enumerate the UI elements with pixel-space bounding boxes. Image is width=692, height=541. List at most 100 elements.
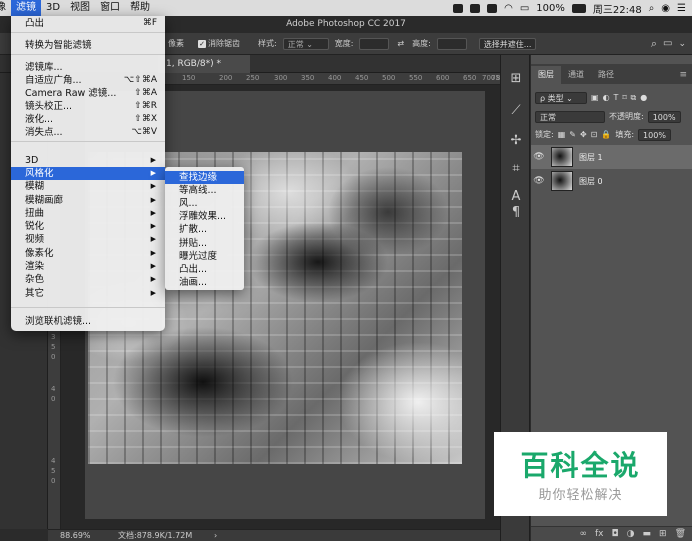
blend-mode-select[interactable]: 正常	[535, 110, 605, 123]
clone-source-icon[interactable]: ✢	[508, 133, 524, 149]
status-arrow-icon[interactable]: ›	[214, 530, 217, 541]
filter-menu-item[interactable]: 自适应广角... ⌥⇧⌘A	[11, 74, 165, 87]
filter-menu-item[interactable]: 渲染 ▶	[11, 260, 165, 273]
lock-move-icon[interactable]: ✥	[580, 130, 587, 139]
filter-menu-item[interactable]: 滤镜库...	[11, 61, 165, 74]
lock-artboard-icon[interactable]: ⊡	[591, 130, 598, 139]
status-icon[interactable]	[487, 3, 498, 13]
width-input[interactable]	[359, 37, 390, 50]
stylize-menu-item[interactable]: 查找边缘	[165, 171, 244, 185]
swap-icon[interactable]: ⇄	[397, 39, 404, 48]
notification-icon[interactable]: ☰	[677, 3, 686, 14]
tab-layers[interactable]: 图层	[531, 66, 561, 84]
filter-smart-icon[interactable]: ⧉	[631, 93, 637, 103]
stylize-menu-item[interactable]: 曝光过度	[165, 250, 244, 263]
workspace-chevron-icon[interactable]: ⌄	[678, 39, 686, 49]
menu-item-label: 3D	[25, 155, 39, 166]
stylize-menu-item[interactable]: 等高线...	[165, 184, 244, 197]
new-group-icon[interactable]: ▬	[643, 529, 652, 539]
select-and-mask-button[interactable]: 选择并遮住...	[478, 37, 537, 50]
wifi-icon[interactable]: ◠	[504, 3, 513, 14]
filter-menu-item[interactable]: 锐化 ▶	[11, 220, 165, 233]
filter-shape-icon[interactable]: ⌑	[622, 93, 626, 102]
filter-menu-item[interactable]: 消失点... ⌥⌘V	[11, 126, 165, 139]
opacity-input[interactable]: 100%	[647, 110, 681, 123]
filter-menu-item[interactable]: 凸出 ⌘F	[11, 17, 165, 30]
status-icon[interactable]	[470, 3, 481, 13]
menu-item-shortcut: ⌘F	[142, 18, 157, 28]
history-icon[interactable]: ⊞	[508, 71, 524, 87]
filter-menu-item[interactable]: 视频 ▶	[11, 233, 165, 246]
crop-icon[interactable]: ⌗	[508, 161, 524, 177]
document-tab[interactable]: 1, RGB/8*) *	[158, 55, 250, 73]
adjustment-layer-icon[interactable]: ◑	[627, 529, 635, 539]
menu-image[interactable]: 图像	[0, 0, 11, 16]
filter-menu-item[interactable]: 杂色 ▶	[11, 273, 165, 286]
fill-input[interactable]: 100%	[638, 128, 671, 141]
airplay-icon[interactable]: ▭	[520, 3, 529, 14]
filter-menu-item[interactable]: 风格化 ▶	[11, 167, 165, 180]
tab-paths[interactable]: 路径	[591, 66, 621, 84]
siri-icon[interactable]: ◉	[661, 3, 670, 14]
filter-menu-item[interactable]: 浏览联机滤镜...	[11, 315, 165, 328]
search-icon[interactable]: ⌕	[651, 37, 657, 51]
visibility-eye-icon[interactable]: 👁	[531, 176, 547, 186]
filter-menu-item[interactable]: 模糊 ▶	[11, 180, 165, 193]
filter-menu-item[interactable]: 3D ▶	[11, 154, 165, 167]
ruler-tick: 5	[51, 343, 56, 351]
filter-menu-item[interactable]: 液化... ⇧⌘X	[11, 113, 165, 126]
filter-menu-item[interactable]: 模糊画廊 ▶	[11, 194, 165, 207]
stylize-menu-item[interactable]: 扩散...	[165, 223, 244, 236]
menu-3d[interactable]: 3D	[41, 0, 65, 16]
filter-menu-item[interactable]: 像素化 ▶	[11, 247, 165, 260]
delete-layer-icon[interactable]: 🗑	[675, 529, 686, 539]
filter-toggle-icon[interactable]: ●	[640, 93, 647, 102]
doc-size[interactable]: 文档:878.9K/1.72M	[118, 530, 192, 541]
stylize-menu-item[interactable]: 浮雕效果...	[165, 210, 244, 223]
menu-filter[interactable]: 滤镜	[11, 0, 41, 16]
layer-style-icon[interactable]: fx	[595, 529, 604, 539]
add-mask-icon[interactable]: ◘	[612, 529, 619, 539]
zoom-level[interactable]: 88.69%	[60, 530, 91, 541]
lock-transparent-icon[interactable]: ▦	[558, 130, 566, 139]
workspace-icon[interactable]: ▭	[663, 38, 672, 49]
status-icon[interactable]	[453, 3, 464, 13]
new-layer-icon[interactable]: ⊞	[659, 529, 667, 539]
menu-view[interactable]: 视图	[65, 0, 95, 16]
menu-window[interactable]: 窗口	[95, 0, 125, 16]
panel-menu-icon[interactable]: ≡	[674, 70, 692, 84]
filter-menu-item[interactable]: 镜头校正... ⇧⌘R	[11, 100, 165, 113]
filter-menu-item[interactable]: 其它 ▶	[11, 287, 165, 300]
lock-paint-icon[interactable]: ✎	[569, 130, 576, 139]
layers-panel-tabs: 图层 通道 路径 ≡	[531, 64, 692, 84]
menu-clock[interactable]: 周三22:48	[593, 1, 642, 16]
stylize-menu-item[interactable]: 油画...	[165, 276, 244, 289]
layer-row[interactable]: 👁 图层 1	[531, 145, 692, 169]
submenu-arrow-icon: ▶	[150, 169, 156, 177]
brush-settings-icon[interactable]: ⟋	[508, 103, 524, 119]
visibility-eye-icon[interactable]: 👁	[531, 152, 547, 162]
filter-adjust-icon[interactable]: ◐	[603, 93, 610, 102]
layer-kind-select[interactable]: ρ 类型 ⌄	[535, 91, 587, 104]
filter-pixel-icon[interactable]: ▣	[591, 93, 599, 102]
battery-icon[interactable]	[571, 3, 586, 13]
ruler-tick: 550	[409, 74, 423, 82]
height-input[interactable]	[436, 37, 467, 50]
link-layers-icon[interactable]: ∞	[580, 529, 588, 539]
character-icon[interactable]: A	[508, 189, 524, 205]
lock-all-icon[interactable]: 🔒	[601, 130, 611, 139]
style-select[interactable]: 正常 ⌄	[282, 37, 329, 50]
stylize-menu-item[interactable]: 风...	[165, 197, 244, 210]
stylize-menu-item[interactable]: 凸出...	[165, 263, 244, 276]
filter-menu-item[interactable]: 扭曲 ▶	[11, 207, 165, 220]
filter-menu-item[interactable]: Camera Raw 滤镜... ⇧⌘A	[11, 87, 165, 100]
layer-row[interactable]: 👁 图层 0	[531, 169, 692, 193]
filter-menu-item[interactable]: 转换为智能滤镜	[11, 39, 165, 52]
tab-channels[interactable]: 通道	[561, 66, 591, 84]
filter-type-icon[interactable]: T	[614, 93, 619, 102]
stylize-menu-item[interactable]: 拼贴...	[165, 237, 244, 250]
menu-help[interactable]: 帮助	[125, 0, 155, 16]
antialias-checkbox[interactable]: ✓ 消除锯齿	[198, 38, 240, 49]
search-icon[interactable]: ⌕	[649, 3, 655, 14]
paragraph-icon[interactable]: ¶	[508, 205, 524, 221]
